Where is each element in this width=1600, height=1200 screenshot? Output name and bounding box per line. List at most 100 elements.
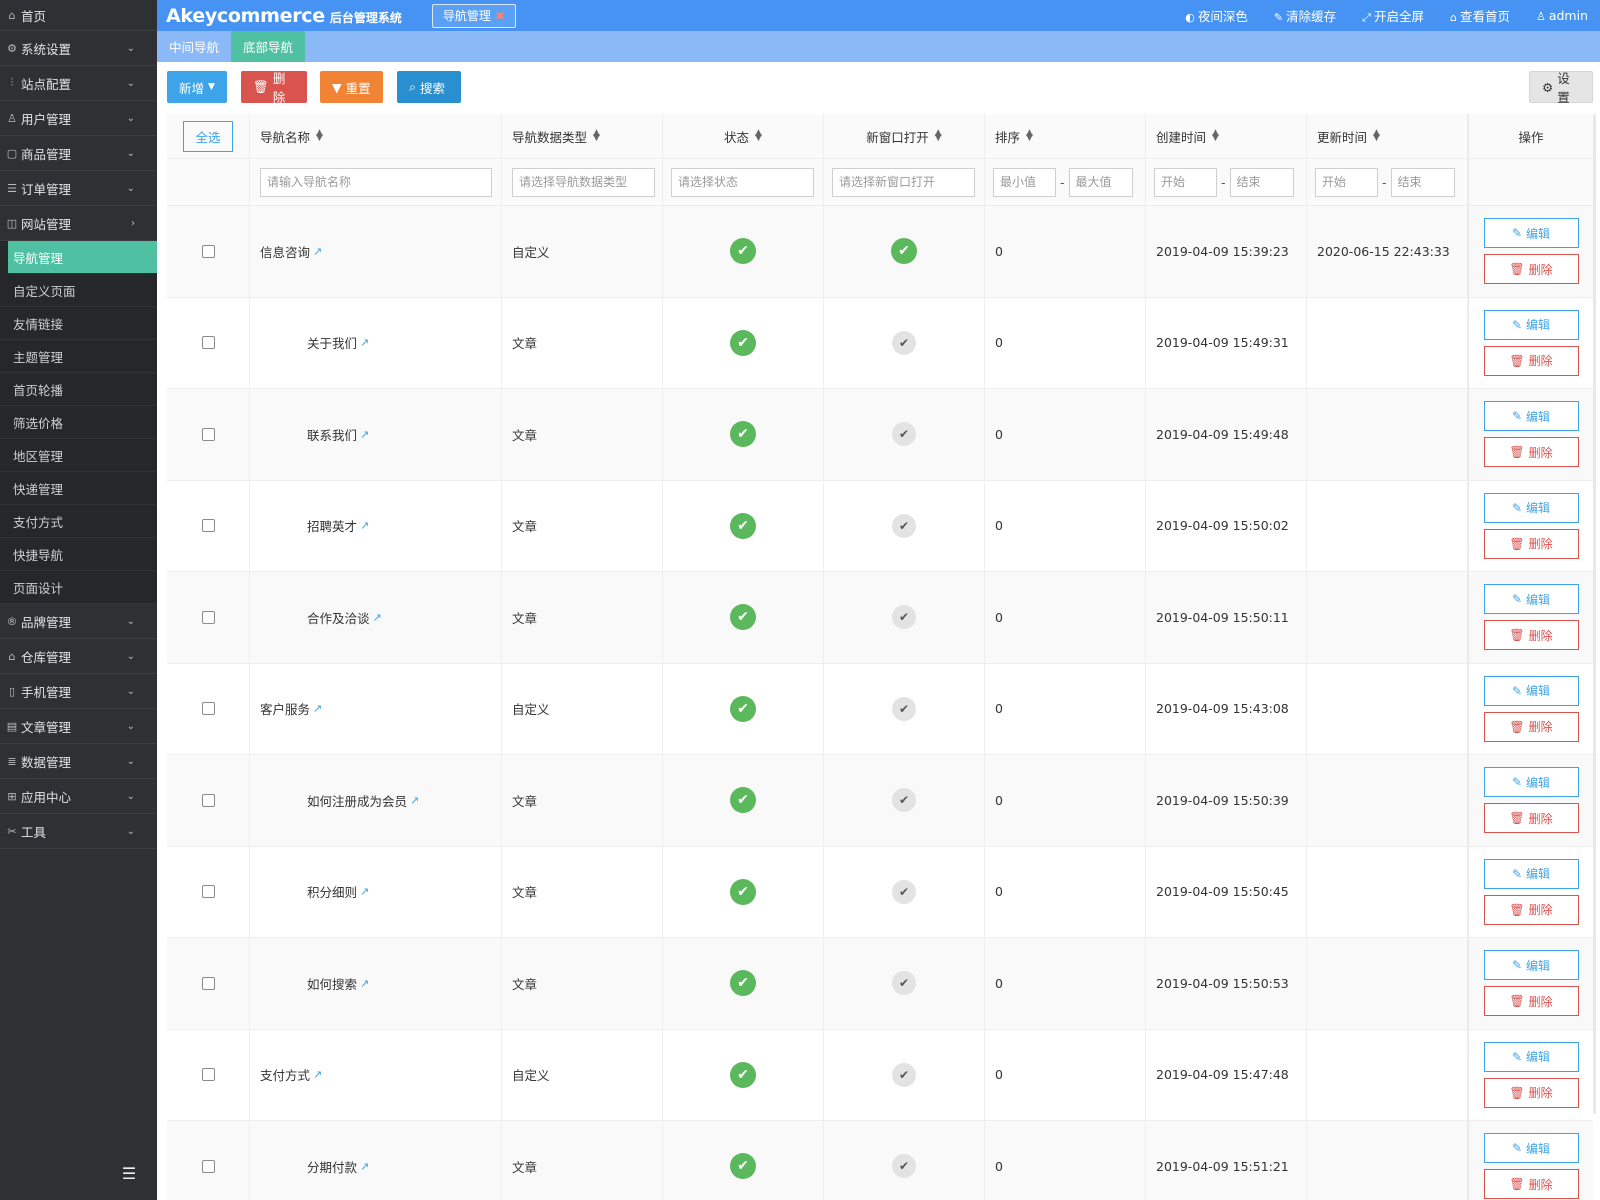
sort-icon[interactable]: ▲ ▼ (1373, 129, 1380, 143)
sort-icon[interactable]: ▲ ▼ (755, 129, 762, 143)
status-toggle-icon[interactable]: ✔ (730, 421, 756, 448)
status-toggle-icon[interactable]: ✔ (730, 604, 756, 631)
row-delete-button[interactable]: 🗑 删除 (1483, 1169, 1579, 1200)
external-link-icon[interactable]: ↗ (360, 1160, 369, 1173)
row-checkbox[interactable] (201, 976, 215, 990)
new-window-toggle-icon[interactable]: ✔ (891, 238, 917, 265)
row-delete-button[interactable]: 🗑 删除 (1483, 528, 1579, 559)
status-toggle-icon[interactable]: ✔ (730, 1153, 756, 1180)
created-start-input[interactable] (1154, 167, 1217, 197)
new-window-toggle-icon[interactable]: ✔ (892, 1062, 916, 1087)
edit-button[interactable]: ✎ 编辑 (1483, 492, 1579, 523)
sidebar-item[interactable]: ☰ 订单管理 ⌄ (0, 171, 157, 206)
row-delete-button[interactable]: 🗑 删除 (1483, 1077, 1579, 1108)
row-delete-button[interactable]: 🗑 删除 (1483, 894, 1579, 925)
tab-middle-nav[interactable]: 中间导航 (157, 31, 231, 62)
row-checkbox[interactable] (201, 336, 215, 350)
updated-end-input[interactable] (1390, 167, 1455, 197)
updated-start-input[interactable] (1315, 167, 1378, 197)
tab-bottom-nav[interactable]: 底部导航 (231, 31, 306, 62)
sidebar-subitem[interactable]: 支付方式 (0, 505, 157, 538)
sidebar-subitem[interactable]: 友情链接 (0, 307, 157, 340)
header-created[interactable]: 创建时间 ▲ ▼ (1146, 114, 1307, 158)
brand-logo[interactable]: Akeycommerce (157, 5, 325, 27)
external-link-icon[interactable]: ↗ (360, 428, 369, 441)
new-window-toggle-icon[interactable]: ✔ (892, 971, 916, 996)
sidebar-subitem[interactable]: 导航管理 (0, 241, 157, 274)
nav-name-link[interactable]: 关于我们 (307, 333, 357, 352)
external-link-icon[interactable]: ↗ (313, 245, 322, 258)
sidebar-item[interactable]: ◫ 网站管理 › (0, 206, 157, 241)
nav-name-link[interactable]: 支付方式 (260, 1065, 310, 1084)
sidebar-subitem[interactable]: 自定义页面 (0, 274, 157, 307)
scrollbar[interactable] (1593, 114, 1596, 1114)
edit-button[interactable]: ✎ 编辑 (1483, 858, 1579, 889)
status-toggle-icon[interactable]: ✔ (730, 512, 756, 539)
status-toggle-icon[interactable]: ✔ (730, 695, 756, 722)
row-checkbox[interactable] (201, 427, 215, 441)
nav-name-link[interactable]: 信息咨询 (260, 242, 310, 261)
new-window-toggle-icon[interactable]: ✔ (892, 696, 916, 721)
sidebar-subitem[interactable]: 快捷导航 (0, 538, 157, 571)
close-icon[interactable]: ✖ (495, 9, 505, 23)
nav-name-link[interactable]: 分期付款 (307, 1157, 357, 1176)
status-toggle-icon[interactable]: ✔ (730, 970, 756, 997)
row-checkbox[interactable] (201, 244, 215, 258)
sidebar-item-home[interactable]: ⌂ 首页 (0, 0, 157, 31)
top-action[interactable]: ⌂ 查看首页 (1450, 6, 1510, 25)
sidebar-item[interactable]: ▯ 手机管理 ⌄ (0, 674, 157, 709)
top-action[interactable]: ◐ 夜间深色 (1185, 6, 1248, 25)
sidebar-item[interactable]: ♙ 用户管理 ⌄ (0, 101, 157, 136)
sidebar-subitem[interactable]: 快递管理 (0, 472, 157, 505)
edit-button[interactable]: ✎ 编辑 (1483, 950, 1579, 981)
sort-icon[interactable]: ▲ ▼ (593, 129, 600, 143)
edit-button[interactable]: ✎ 编辑 (1483, 1041, 1579, 1072)
collapse-sidebar-icon[interactable]: ☰ (118, 1164, 140, 1183)
nav-name-link[interactable]: 联系我们 (307, 425, 357, 444)
edit-button[interactable]: ✎ 编辑 (1483, 309, 1579, 340)
nav-name-link[interactable]: 招聘英才 (307, 516, 357, 535)
sort-icon[interactable]: ▲ ▼ (1212, 129, 1219, 143)
external-link-icon[interactable]: ↗ (373, 611, 382, 624)
sidebar-subitem[interactable]: 地区管理 (0, 439, 157, 472)
status-toggle-icon[interactable]: ✔ (730, 1061, 756, 1088)
select-all-button[interactable]: 全选 (183, 120, 233, 152)
header-updated[interactable]: 更新时间 ▲ ▼ (1307, 114, 1468, 158)
row-delete-button[interactable]: 🗑 删除 (1483, 620, 1579, 651)
edit-button[interactable]: ✎ 编辑 (1483, 767, 1579, 798)
sidebar-subitem[interactable]: 页面设计 (0, 571, 157, 604)
new-window-filter-select[interactable] (832, 167, 975, 197)
nav-name-link[interactable]: 积分细则 (307, 882, 357, 901)
row-delete-button[interactable]: 🗑 删除 (1483, 254, 1579, 285)
created-end-input[interactable] (1229, 167, 1294, 197)
sort-icon[interactable]: ▲ ▼ (1026, 129, 1033, 143)
new-window-toggle-icon[interactable]: ✔ (892, 605, 916, 630)
settings-button[interactable]: ⚙ 设置 (1529, 71, 1593, 105)
edit-button[interactable]: ✎ 编辑 (1483, 675, 1579, 706)
row-checkbox[interactable] (201, 610, 215, 624)
new-window-toggle-icon[interactable]: ✔ (892, 788, 916, 813)
sort-max-input[interactable] (1068, 167, 1133, 197)
new-window-toggle-icon[interactable]: ✔ (892, 1154, 916, 1179)
new-window-toggle-icon[interactable]: ✔ (892, 422, 916, 447)
sidebar-item[interactable]: ® 品牌管理 ⌄ (0, 604, 157, 639)
sidebar-subitem[interactable]: 主题管理 (0, 340, 157, 373)
sidebar-item[interactable]: ⫶ 站点配置 ⌄ (0, 66, 157, 101)
row-checkbox[interactable] (201, 1068, 215, 1082)
sort-icon[interactable]: ▲ ▼ (935, 129, 942, 143)
status-toggle-icon[interactable]: ✔ (730, 878, 756, 905)
status-toggle-icon[interactable]: ✔ (730, 787, 756, 814)
sidebar-subitem[interactable]: 筛选价格 (0, 406, 157, 439)
external-link-icon[interactable]: ↗ (360, 519, 369, 532)
top-action[interactable]: ♙ admin (1536, 8, 1588, 23)
row-checkbox[interactable] (201, 1159, 215, 1173)
delete-button[interactable]: 🗑 删除 (241, 71, 307, 105)
sidebar-item[interactable]: ✂ 工具 ⌄ (0, 814, 157, 849)
top-action[interactable]: ⤢ 开启全屏 (1362, 6, 1424, 25)
external-link-icon[interactable]: ↗ (313, 702, 322, 715)
status-toggle-icon[interactable]: ✔ (730, 238, 756, 265)
header-type[interactable]: 导航数据类型 ▲ ▼ (502, 114, 663, 158)
sidebar-item[interactable]: ▤ 文章管理 ⌄ (0, 709, 157, 744)
row-checkbox[interactable] (201, 519, 215, 533)
header-status[interactable]: 状态 ▲ ▼ (663, 114, 824, 158)
